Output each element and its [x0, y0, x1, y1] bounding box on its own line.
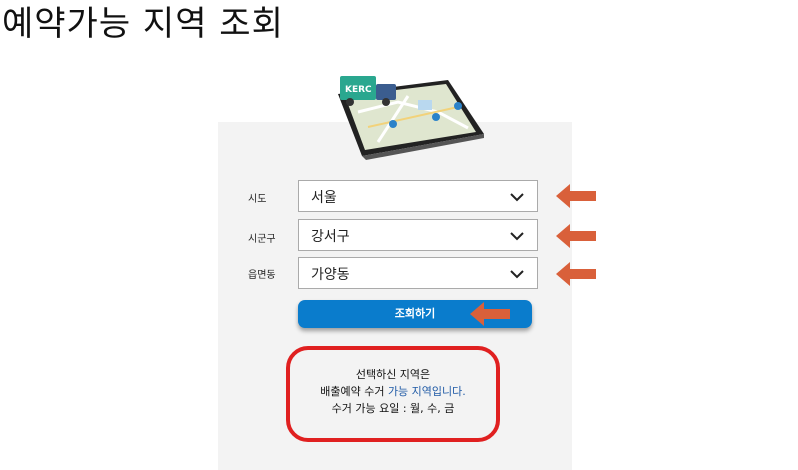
result-line-1: 선택하신 지역은	[355, 368, 431, 381]
result-available-text: 가능 지역입니다.	[387, 385, 466, 398]
result-line-2-prefix: 배출예약 수거	[320, 385, 388, 398]
chevron-down-icon	[510, 232, 524, 241]
result-line-3: 수거 가능 요일 : 월, 수, 금	[331, 402, 455, 415]
eupmyeondong-label: 읍면동	[248, 270, 276, 281]
arrow-left-icon	[470, 302, 510, 326]
sigungu-value: 강서구	[311, 229, 350, 245]
sigungu-select[interactable]: 강서구	[298, 219, 538, 251]
eupmyeondong-value: 가양동	[311, 267, 350, 283]
arrow-left-icon	[556, 262, 596, 286]
chevron-down-icon	[510, 270, 524, 279]
page-title: 예약가능 지역 조회	[2, 4, 284, 44]
map-tablet-illustration: KERC	[338, 76, 484, 160]
eupmyeondong-select[interactable]: 가양동	[298, 257, 538, 289]
arrow-left-icon	[556, 184, 596, 208]
result-highlight-box: 선택하신 지역은 배출예약 수거 가능 지역입니다. 수거 가능 요일 : 월,…	[286, 346, 500, 442]
sido-select[interactable]: 서울	[298, 180, 538, 212]
sido-value: 서울	[311, 190, 337, 206]
chevron-down-icon	[510, 193, 524, 202]
sido-label: 시도	[248, 194, 267, 205]
arrow-left-icon	[556, 224, 596, 248]
result-line-2: 배출예약 수거 가능 지역입니다.	[290, 383, 496, 399]
truck-badge-text: KERC	[345, 85, 372, 95]
sigungu-label: 시군구	[248, 234, 276, 245]
